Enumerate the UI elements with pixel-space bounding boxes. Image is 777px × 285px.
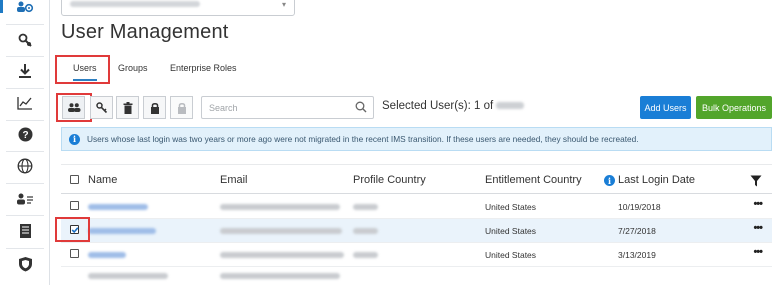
column-header-last-login-date[interactable]: Last Login Date	[618, 174, 695, 186]
lock-icon	[150, 102, 159, 114]
table-row[interactable]: United States 10/19/2018 •••	[61, 195, 772, 219]
users-settings-icon	[17, 1, 34, 13]
globe-icon	[17, 158, 33, 174]
row-checkbox[interactable]	[70, 201, 79, 210]
rail-item-globe[interactable]	[0, 150, 50, 182]
user-email-redacted	[220, 252, 344, 258]
column-header-name[interactable]: Name	[88, 174, 117, 186]
lock-button[interactable]	[143, 96, 166, 119]
account-select[interactable]: ▾	[61, 0, 295, 16]
info-circle-icon[interactable]: i	[604, 175, 615, 186]
table-row[interactable]: United States 3/13/2019 •••	[61, 243, 772, 267]
key-icon	[95, 101, 107, 113]
tab-groups[interactable]: Groups	[118, 63, 148, 73]
rail-item-tools[interactable]	[0, 24, 50, 56]
rail-item-security[interactable]	[0, 248, 50, 280]
entitlement-country-cell: United States	[485, 226, 537, 236]
svg-text:i: i	[608, 176, 611, 186]
line-chart-icon	[17, 97, 32, 110]
profile-country-redacted	[353, 228, 378, 234]
last-login-cell: 7/27/2018	[618, 226, 656, 236]
unlock-button[interactable]	[170, 96, 193, 119]
rail-active-indicator	[0, 0, 3, 13]
reset-password-button[interactable]	[90, 96, 113, 119]
row-more-icon[interactable]: •••	[753, 222, 763, 234]
user-email-redacted	[220, 204, 340, 210]
last-login-cell: 10/19/2018	[618, 202, 661, 212]
user-view-highlight	[56, 93, 92, 122]
svg-text:?: ?	[22, 130, 28, 141]
search-icon[interactable]	[355, 101, 367, 113]
row-checkbox-highlight	[55, 217, 90, 242]
user-name-link-redacted[interactable]	[88, 228, 156, 234]
profile-country-redacted	[353, 252, 378, 258]
search-box	[201, 96, 374, 119]
user-email-redacted	[220, 228, 342, 234]
tab-users-highlight	[55, 55, 110, 84]
info-icon: i	[69, 133, 80, 145]
search-input[interactable]	[209, 101, 349, 115]
entitlement-country-cell: United States	[485, 250, 537, 260]
add-users-button[interactable]: Add Users	[640, 96, 691, 119]
selected-users-count: Selected User(s): 1 of	[382, 100, 525, 112]
column-header-entitlement-country[interactable]: Entitlement Country	[485, 174, 582, 186]
selected-users-label: Selected User(s): 1 of	[382, 100, 494, 112]
row-checkbox[interactable]	[70, 249, 79, 258]
row-more-icon[interactable]: •••	[753, 246, 763, 258]
unlock-icon	[177, 102, 186, 114]
page-title: User Management	[61, 21, 229, 43]
profile-country-redacted	[353, 204, 378, 210]
tab-enterprise-roles[interactable]: Enterprise Roles	[170, 63, 237, 73]
bulk-operations-button[interactable]: Bulk Operations	[696, 96, 772, 119]
table-row[interactable]	[61, 267, 772, 285]
user-list-icon	[17, 193, 33, 205]
info-banner-text: Users whose last login was two years or …	[87, 134, 639, 144]
user-name-link-redacted[interactable]	[88, 252, 126, 258]
rail-item-documents[interactable]	[0, 215, 50, 247]
document-icon	[19, 224, 31, 238]
help-icon: ?	[18, 127, 32, 141]
download-icon	[19, 64, 31, 78]
info-banner: i Users whose last login was two years o…	[61, 127, 772, 151]
user-email-redacted	[220, 273, 340, 279]
chevron-down-icon: ▾	[281, 0, 286, 9]
account-select-value-redacted	[70, 1, 200, 7]
left-nav-rail: ?	[0, 0, 50, 285]
table-row[interactable]: United States 7/27/2018 •••	[61, 219, 772, 243]
user-name-link-redacted[interactable]	[88, 204, 148, 210]
rail-item-help[interactable]: ?	[0, 118, 50, 150]
column-header-profile-country[interactable]: Profile Country	[353, 174, 426, 186]
rail-item-users-settings[interactable]	[0, 0, 50, 23]
rail-item-user-list[interactable]	[0, 183, 50, 215]
entitlement-country-cell: United States	[485, 202, 537, 212]
key-wrench-icon	[18, 33, 32, 47]
trash-icon	[123, 101, 132, 114]
row-more-icon[interactable]: •••	[753, 198, 763, 210]
delete-button[interactable]	[116, 96, 139, 119]
rail-item-download[interactable]	[0, 55, 50, 87]
total-users-redacted	[496, 102, 525, 110]
user-name-link-redacted[interactable]	[88, 273, 168, 279]
last-login-cell: 3/13/2019	[618, 250, 656, 260]
shield-icon	[18, 257, 32, 272]
select-all-checkbox[interactable]	[70, 175, 79, 184]
table-header: Name Email Profile Country Entitlement C…	[61, 164, 772, 194]
column-header-email[interactable]: Email	[220, 174, 248, 186]
filter-icon[interactable]	[750, 175, 762, 187]
rail-item-reports[interactable]	[0, 87, 50, 119]
